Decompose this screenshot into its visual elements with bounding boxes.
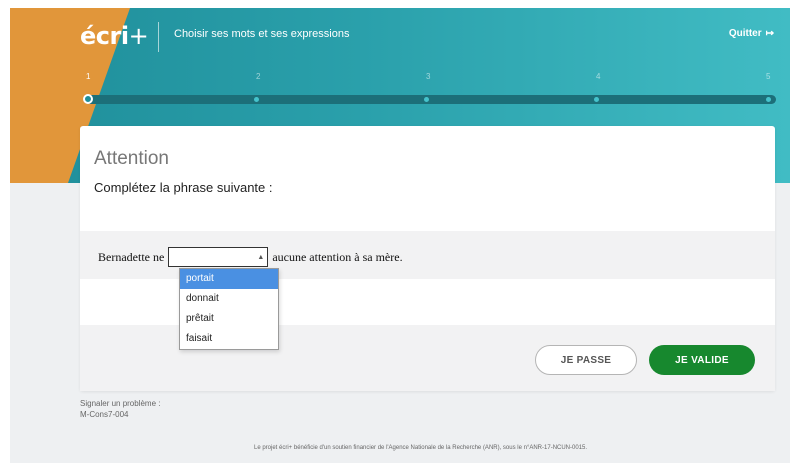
step-number-3: 3 (426, 72, 431, 81)
step-dot-2 (254, 97, 259, 102)
logo-text: écri (80, 22, 129, 50)
option-portait[interactable]: portait (180, 269, 278, 289)
step-number-4: 4 (596, 72, 601, 81)
step-dot-5 (766, 97, 771, 102)
logo-plus: + (128, 22, 149, 50)
answer-dropdown: portait donnait prêtait faisait (179, 268, 279, 350)
header-divider (158, 22, 159, 52)
report-problem-link[interactable]: Signaler un problème : (80, 398, 161, 409)
exercise-card: Attention Complétez la phrase suivante :… (80, 126, 775, 391)
pass-button[interactable]: JE PASSE (535, 345, 637, 375)
sentence-after: aucune attention à sa mère. (272, 249, 403, 264)
app-frame: écri+ Choisir ses mots et ses expression… (10, 8, 790, 463)
quit-button[interactable]: Quitter ↦ (729, 28, 774, 39)
option-faisait[interactable]: faisait (180, 329, 278, 349)
progress-track (86, 95, 776, 104)
report-problem: Signaler un problème : M-Cons7-004 (80, 398, 161, 420)
legal-notice: Le projet écri+ bénéficie d'un soutien f… (254, 445, 588, 451)
validate-button[interactable]: JE VALIDE (649, 345, 755, 375)
page-title: Choisir ses mots et ses expressions (174, 28, 350, 40)
option-pretait[interactable]: prêtait (180, 309, 278, 329)
chevron-up-icon: ▲ (257, 253, 265, 261)
step-dot-1 (83, 94, 93, 104)
exit-arrow-icon: ↦ (765, 28, 774, 39)
answer-select[interactable]: ▲ (168, 247, 269, 267)
sentence: Bernadette ne ▲ aucune attention à sa mè… (98, 247, 403, 267)
exercise-title: Attention (94, 148, 169, 169)
progress-stepper: 1 2 3 4 5 (83, 72, 776, 104)
exercise-instruction: Complétez la phrase suivante : (94, 180, 273, 195)
step-number-5: 5 (766, 72, 771, 81)
quit-label: Quitter (728, 28, 762, 39)
option-donnait[interactable]: donnait (180, 289, 278, 309)
step-dot-4 (594, 97, 599, 102)
step-dot-3 (424, 97, 429, 102)
step-number-1: 1 (86, 72, 91, 81)
step-number-2: 2 (256, 72, 261, 81)
sentence-before: Bernadette ne (98, 249, 165, 264)
exercise-code: M-Cons7-004 (80, 410, 129, 419)
logo: écri+ (80, 22, 149, 50)
